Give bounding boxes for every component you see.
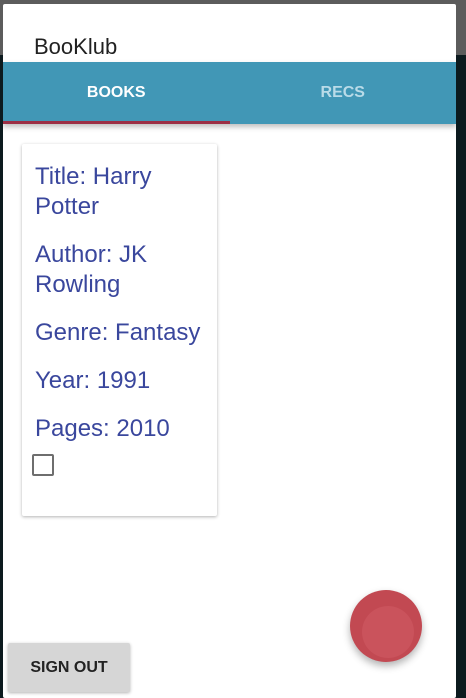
tab-books[interactable]: BOOKS bbox=[3, 62, 230, 124]
book-card[interactable]: Title: Harry Potter Author: JK Rowling G… bbox=[22, 144, 217, 516]
book-genre: Genre: Fantasy bbox=[35, 319, 201, 346]
book-pages: Pages: 2010 bbox=[35, 415, 170, 442]
tab-bar: BOOKS RECS bbox=[3, 62, 456, 124]
book-checkbox[interactable] bbox=[32, 454, 54, 476]
tab-indicator bbox=[3, 121, 230, 124]
fab-button[interactable] bbox=[350, 590, 422, 662]
app-title: BooKlub bbox=[34, 34, 118, 59]
book-year: Year: 1991 bbox=[35, 367, 151, 394]
app-window: BooKlub BOOKS RECS Title: Harry Potter A… bbox=[3, 4, 456, 698]
tab-recs[interactable]: RECS bbox=[230, 62, 457, 124]
book-title: Title: Harry Potter bbox=[35, 163, 152, 220]
circle-icon bbox=[362, 606, 414, 658]
tab-recs-label: RECS bbox=[320, 84, 365, 101]
sign-out-button[interactable]: SIGN OUT bbox=[8, 643, 130, 692]
book-author: Author: JK Rowling bbox=[35, 241, 148, 298]
tab-books-label: BOOKS bbox=[86, 84, 146, 101]
